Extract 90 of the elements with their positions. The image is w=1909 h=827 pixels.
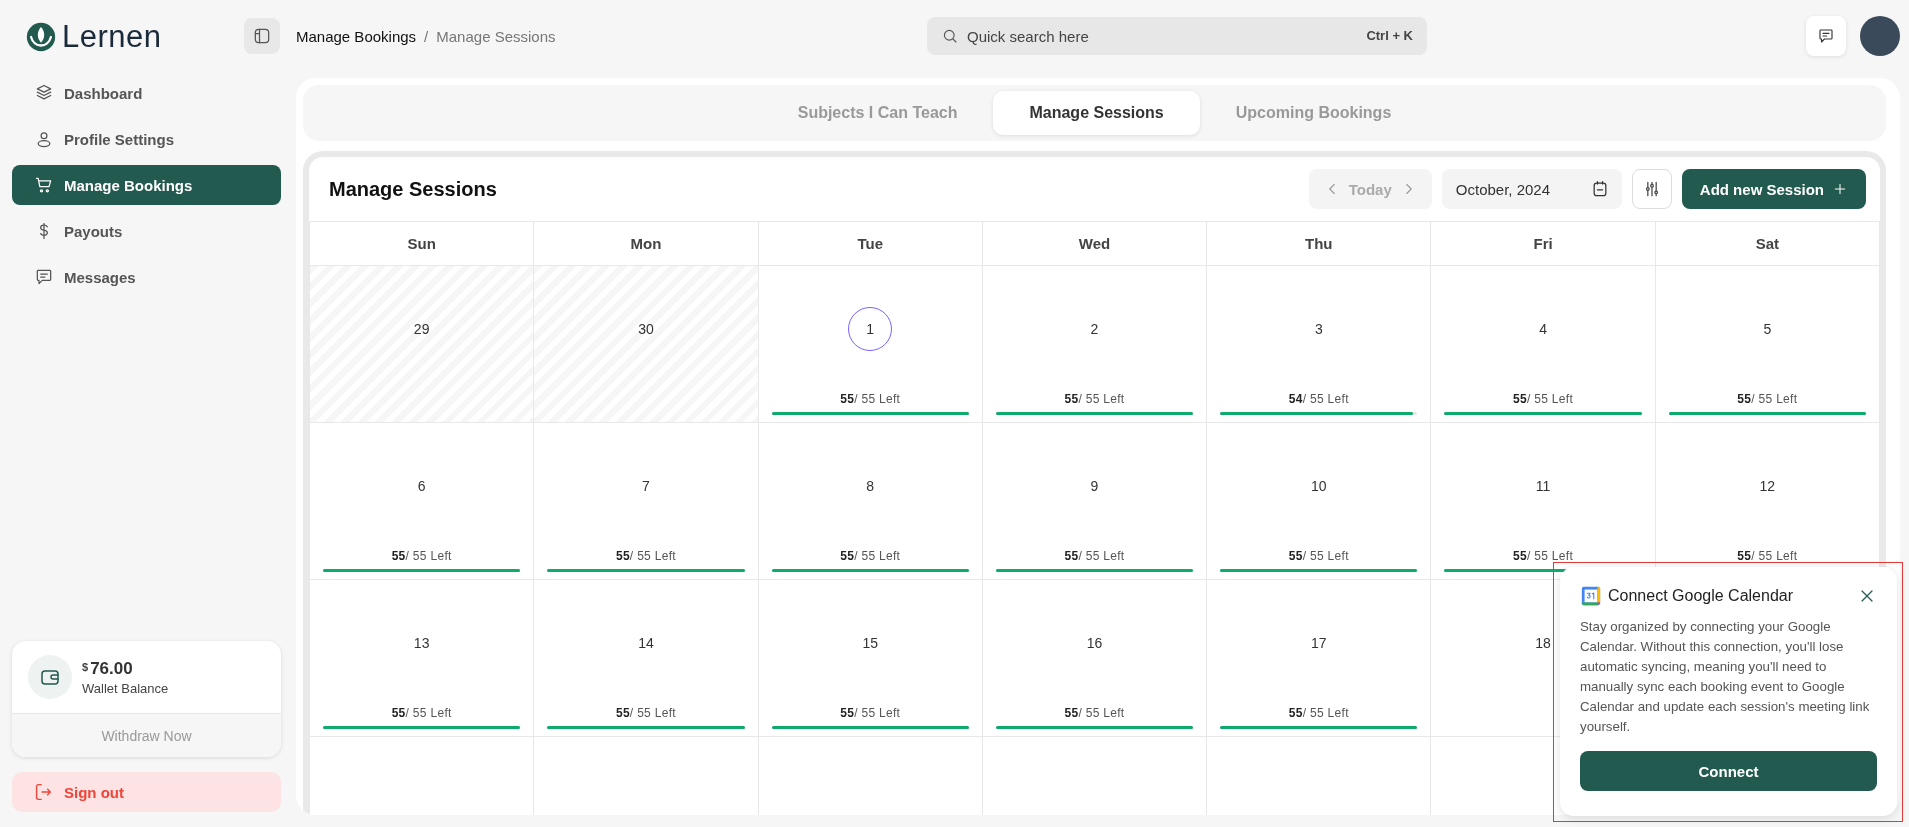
calendar-cell[interactable]: 29 [310,266,535,423]
day-number: 6 [417,478,426,494]
sidebar-item[interactable]: Dashboard [12,73,281,113]
slots-left: 55/ 55 Left [390,549,453,563]
slots-left: 54/ 55 Left [1287,392,1350,406]
day-number: 16 [1086,635,1103,651]
day-number: 5 [1763,321,1772,337]
message-icon [1817,27,1835,45]
day-number: 4 [1539,321,1547,337]
calendar-cell[interactable]: 30 [534,266,759,423]
day-number: 3 [1314,321,1323,337]
message-icon [34,267,54,287]
slots-left: 55/ 55 Left [1063,706,1126,720]
sidebar-item[interactable]: Profile Settings [12,119,281,159]
sidebar-toggle-button[interactable] [244,18,280,54]
slots-left: 55/ 55 Left [390,706,453,720]
day-number: 12 [1759,478,1776,494]
calendar-cell[interactable]: 14 55/ 55 Left [534,580,759,737]
slots-left: 55/ 55 Left [1736,549,1799,563]
calendar-cell[interactable]: 8 55/ 55 Left [758,423,983,580]
calendar-cell[interactable]: 9 55/ 55 Left [982,423,1208,580]
day-number: 11 [1535,478,1551,494]
weekday-header: Sat [1655,221,1880,266]
slots-left: 55/ 55 Left [1512,392,1575,406]
sidebar-item[interactable]: Messages [12,257,281,297]
slots-left: 55/ 55 Left [1736,392,1799,406]
calendar-cell[interactable]: 2 55/ 55 Left [982,266,1208,423]
weekday-header: Tue [758,221,983,266]
day-number: 9 [1090,478,1099,494]
slots-left: 55/ 55 Left [839,392,902,406]
calendar-cell[interactable]: 7 55/ 55 Left [534,423,759,580]
slots-left: 55/ 55 Left [1512,549,1575,563]
day-number: 13 [413,635,430,651]
calendar-cell[interactable]: 4 55/ 55 Left [1431,266,1656,423]
calendar-cell[interactable]: 6 55/ 55 Left [310,423,535,580]
weekday-header: Fri [1431,221,1656,266]
day-number: 14 [638,635,654,651]
month-picker[interactable]: October, 2024 [1441,169,1622,209]
currency-symbol: $ [82,660,89,673]
calendar-cell[interactable]: 15 55/ 55 Left [758,580,983,737]
day-number: 15 [862,635,878,651]
breadcrumb-link[interactable]: Manage Bookings [296,27,417,45]
weekday-header: Sun [310,221,535,266]
day-number: 18 [1535,635,1551,651]
shortcut-hint: Ctrl + K [1366,28,1413,43]
slots-left: 55/ 55 Left [1287,706,1350,720]
calendar-title: Manage Sessions [329,177,497,201]
wallet-label: Wallet Balance [82,680,169,696]
day-number: 7 [642,478,650,494]
cart-icon [34,175,54,195]
day-number: 29 [413,321,430,337]
slots-left: 55/ 55 Left [614,549,677,563]
day-number: 17 [1311,635,1327,651]
weekday-header: Mon [534,221,759,266]
calendar-cell[interactable]: 3 54/ 55 Left [1207,266,1432,423]
breadcrumb-separator: / [424,27,429,45]
calendar-app-icon [1580,585,1602,607]
add-session-button[interactable]: Add new Session [1681,169,1866,209]
avatar[interactable] [1860,16,1900,56]
breadcrumb-current: Manage Sessions [436,27,556,45]
calendar-cell[interactable]: 16 55/ 55 Left [982,580,1208,737]
calendar-cell[interactable]: 17 55/ 55 Left [1207,580,1432,737]
calendar-cell[interactable]: 5 55/ 55 Left [1655,266,1880,423]
weekday-header: Thu [1207,221,1432,266]
day-number: 30 [638,321,654,337]
calendar-cell[interactable]: 1 55/ 55 Left [758,266,983,423]
slots-left: 55/ 55 Left [839,706,902,720]
panel-icon [252,26,272,46]
brand-name: Lernen [62,18,162,55]
calendar-cell[interactable]: 13 55/ 55 Left [310,580,535,737]
filter-button[interactable] [1631,169,1672,209]
slots-left: 55/ 55 Left [1063,392,1126,406]
weekday-header: Wed [982,221,1208,266]
search-icon [941,27,959,45]
slots-left: 55/ 55 Left [839,549,902,563]
calendar-cell[interactable]: 10 55/ 55 Left [1207,423,1432,580]
day-number: 8 [866,478,875,494]
plus-icon [1832,181,1848,197]
day-number: 10 [1311,478,1327,494]
day-number: 2 [1090,321,1099,337]
messages-button[interactable] [1806,16,1846,56]
slots-left: 55/ 55 Left [614,706,677,720]
calendar-cell[interactable]: 11 55/ 55 Left [1431,423,1656,580]
slots-left: 55/ 55 Left [1063,549,1126,563]
tab[interactable]: Manage Sessions [993,91,1200,135]
connect-button[interactable]: Connect [1580,751,1877,791]
slots-left: 55/ 55 Left [1287,549,1350,563]
wallet-amount: 76.00 [90,658,133,679]
sidebar-item[interactable]: Manage Bookings [12,165,281,205]
sidebar-item[interactable]: Payouts [12,211,281,251]
